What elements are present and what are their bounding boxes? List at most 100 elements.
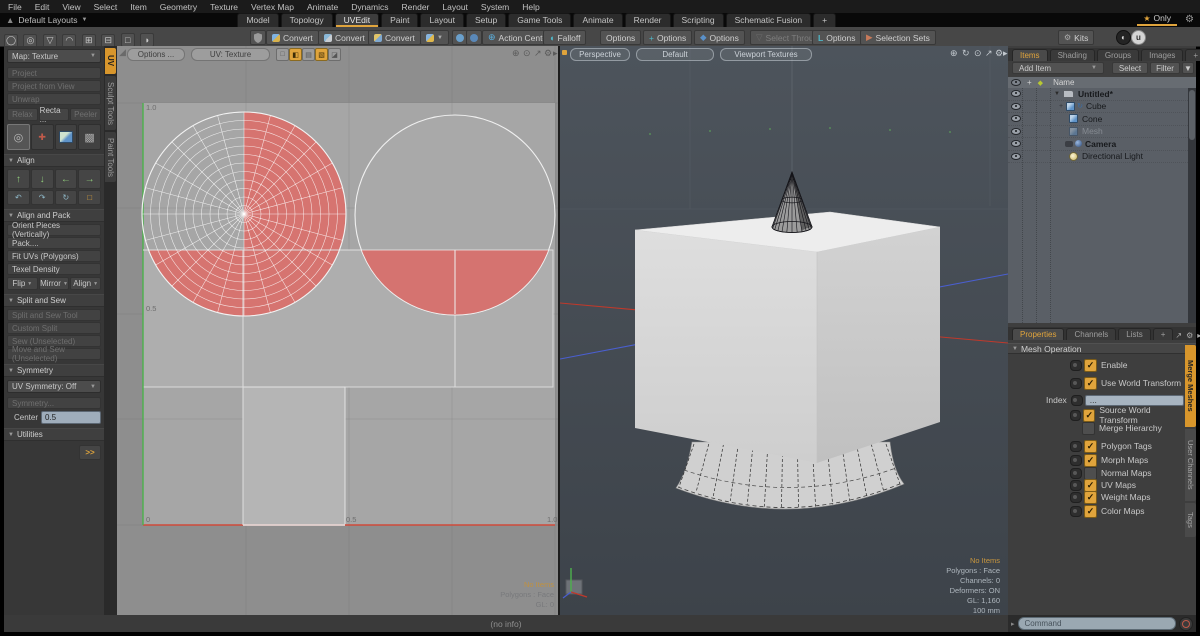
menu-system[interactable]: System: [481, 2, 509, 12]
relax-button[interactable]: Relax: [7, 108, 38, 121]
channel-toggle-icon[interactable]: [1070, 378, 1082, 389]
box-tool-icon[interactable]: □: [121, 33, 135, 47]
tab-model[interactable]: Model: [237, 13, 278, 27]
morph-maps-checkbox[interactable]: [1084, 454, 1097, 467]
tab-topology[interactable]: Topology: [281, 13, 333, 27]
erase-tool-icon[interactable]: [466, 30, 482, 45]
options-button-2[interactable]: + Options: [643, 30, 692, 45]
channel-toggle-icon[interactable]: [1070, 492, 1082, 503]
add-tab-button[interactable]: +: [1153, 328, 1174, 340]
command-input[interactable]: [1018, 617, 1176, 630]
tab-scripting[interactable]: Scripting: [673, 13, 724, 27]
eye-icon[interactable]: [1011, 90, 1021, 97]
color-maps-checkbox[interactable]: [1084, 505, 1097, 518]
tab-channels[interactable]: Channels: [1066, 328, 1116, 340]
modo-logo-icon[interactable]: u: [1131, 30, 1146, 45]
normal-maps-checkbox[interactable]: [1084, 467, 1097, 480]
tab-user-channels[interactable]: User Channels: [1185, 429, 1196, 501]
rect-snap-toggle[interactable]: □: [78, 190, 101, 205]
use-world-transform-checkbox[interactable]: [1084, 377, 1097, 390]
pan-icon[interactable]: ⊕: [512, 48, 520, 59]
zoom-icon[interactable]: ⊙: [974, 48, 982, 59]
selection-sets-button[interactable]: ▶ Selection Sets: [860, 30, 936, 45]
shield-icon[interactable]: [250, 30, 266, 45]
orient-pieces-button[interactable]: Orient Pieces (Vertically): [7, 224, 101, 236]
gear-icon[interactable]: ⚙: [1186, 331, 1193, 340]
split-sew-section-header[interactable]: ▼ Split and Sew: [4, 294, 104, 307]
uv-toggle-grid-icon[interactable]: □: [276, 48, 289, 61]
orbit-icon[interactable]: ↻: [962, 48, 970, 59]
eye-icon[interactable]: [1011, 140, 1021, 147]
tab-sculpt-tools[interactable]: Sculpt Tools: [105, 76, 116, 130]
menu-select[interactable]: Select: [94, 2, 118, 12]
symmetry-button[interactable]: Symmetry...: [7, 397, 101, 409]
tab-paint-tools[interactable]: Paint Tools: [105, 132, 116, 182]
uv-editor-viewport[interactable]: 1.0 0.5 0 0.5 1.0 No Items Polygons : Fa…: [117, 46, 558, 615]
convert-button-1[interactable]: Convert: [266, 30, 319, 45]
source-world-transform-checkbox[interactable]: [1083, 409, 1095, 422]
expand-panel-button[interactable]: >>: [79, 445, 101, 460]
uv-toggle-pen-icon[interactable]: ◪: [328, 48, 341, 61]
item-row-camera[interactable]: Camera: [1008, 138, 1188, 151]
shading-mode-button[interactable]: Default: [636, 48, 714, 61]
project-button[interactable]: Project: [7, 67, 101, 79]
layout-switcher[interactable]: ▲ Default Layouts ▼: [6, 15, 87, 25]
eye-icon[interactable]: [1011, 103, 1021, 110]
menu-edit[interactable]: Edit: [35, 2, 50, 12]
eye-icon[interactable]: [1011, 115, 1021, 122]
command-menu-icon[interactable]: ▸: [1011, 620, 1015, 628]
mesh-operation-header[interactable]: ▼ Mesh Operation: [1008, 343, 1196, 354]
project-from-view-button[interactable]: Project from View: [7, 80, 101, 92]
menu-view[interactable]: View: [62, 2, 80, 12]
custom-split-button[interactable]: Custom Split: [7, 322, 101, 334]
uv-maps-checkbox[interactable]: [1084, 479, 1097, 492]
uv-transform-tool[interactable]: ◎: [7, 124, 30, 150]
move-sew-button[interactable]: Move and Sew (Unselected): [7, 348, 101, 360]
menu-dynamics[interactable]: Dynamics: [351, 2, 388, 12]
index-field[interactable]: ...: [1085, 395, 1184, 406]
tab-lists[interactable]: Lists: [1118, 328, 1150, 340]
mesh-sculpt-tool[interactable]: ▩: [78, 124, 101, 150]
item-list-scrollbar[interactable]: [1188, 88, 1196, 323]
menu-texture[interactable]: Texture: [210, 2, 238, 12]
select-button[interactable]: Select: [1112, 62, 1148, 74]
flip-dropdown[interactable]: Flip▼: [7, 277, 38, 290]
menu-animate[interactable]: Animate: [307, 2, 338, 12]
tab-animate[interactable]: Animate: [573, 13, 622, 27]
perspective-3d-viewport[interactable]: No Items Polygons : Face Channels: 0 Def…: [560, 46, 1008, 615]
align-up-button[interactable]: ↑: [7, 169, 30, 189]
fit-uvs-button[interactable]: Fit UVs (Polygons): [7, 250, 101, 262]
align-section-header[interactable]: ▼ Align: [4, 154, 104, 167]
only-toggle[interactable]: ★ Only: [1137, 13, 1177, 26]
tab-groups[interactable]: Groups: [1097, 49, 1139, 61]
rotate-cw-button[interactable]: ↷: [31, 190, 54, 205]
zoom-icon[interactable]: ⊙: [523, 48, 531, 59]
move-axis-tool[interactable]: ✚: [31, 124, 54, 150]
menu-render[interactable]: Render: [402, 2, 430, 12]
merge-hierarchy-checkbox[interactable]: [1082, 422, 1095, 435]
maximize-icon[interactable]: ↗: [534, 48, 542, 59]
expand-triangle-icon[interactable]: ▼: [1054, 91, 1060, 97]
macro-record-icon[interactable]: [1179, 617, 1193, 631]
gear-icon[interactable]: ⚙: [1185, 14, 1194, 25]
tab-properties[interactable]: Properties: [1012, 328, 1064, 340]
align-dropdown[interactable]: Align▼: [70, 277, 101, 290]
enable-checkbox[interactable]: [1084, 359, 1097, 372]
options-button-1[interactable]: Options: [600, 30, 641, 45]
align-right-button[interactable]: →: [78, 169, 101, 189]
convert-mode-dropdown[interactable]: ▼: [420, 30, 449, 45]
eye-icon[interactable]: [1011, 153, 1021, 160]
add-item-button[interactable]: Add Item ▼: [1012, 62, 1104, 74]
tab-items[interactable]: Items: [1012, 49, 1048, 61]
add-layout-tab-button[interactable]: +: [813, 13, 836, 27]
gear-icon[interactable]: ⚙: [995, 48, 1003, 59]
rotate-ccw-button[interactable]: ↶: [7, 190, 30, 205]
convert-button-3[interactable]: Convert: [368, 30, 421, 45]
polygon-tags-checkbox[interactable]: [1084, 440, 1097, 453]
convert-button-2[interactable]: Convert: [318, 30, 371, 45]
maximize-icon[interactable]: ↗: [985, 48, 993, 59]
menu-vertex-map[interactable]: Vertex Map: [251, 2, 294, 12]
channel-toggle-icon[interactable]: [1070, 410, 1081, 421]
texel-density-button[interactable]: Texel Density: [7, 263, 101, 275]
foundry-badge-icon[interactable]: ◐: [1116, 30, 1131, 45]
